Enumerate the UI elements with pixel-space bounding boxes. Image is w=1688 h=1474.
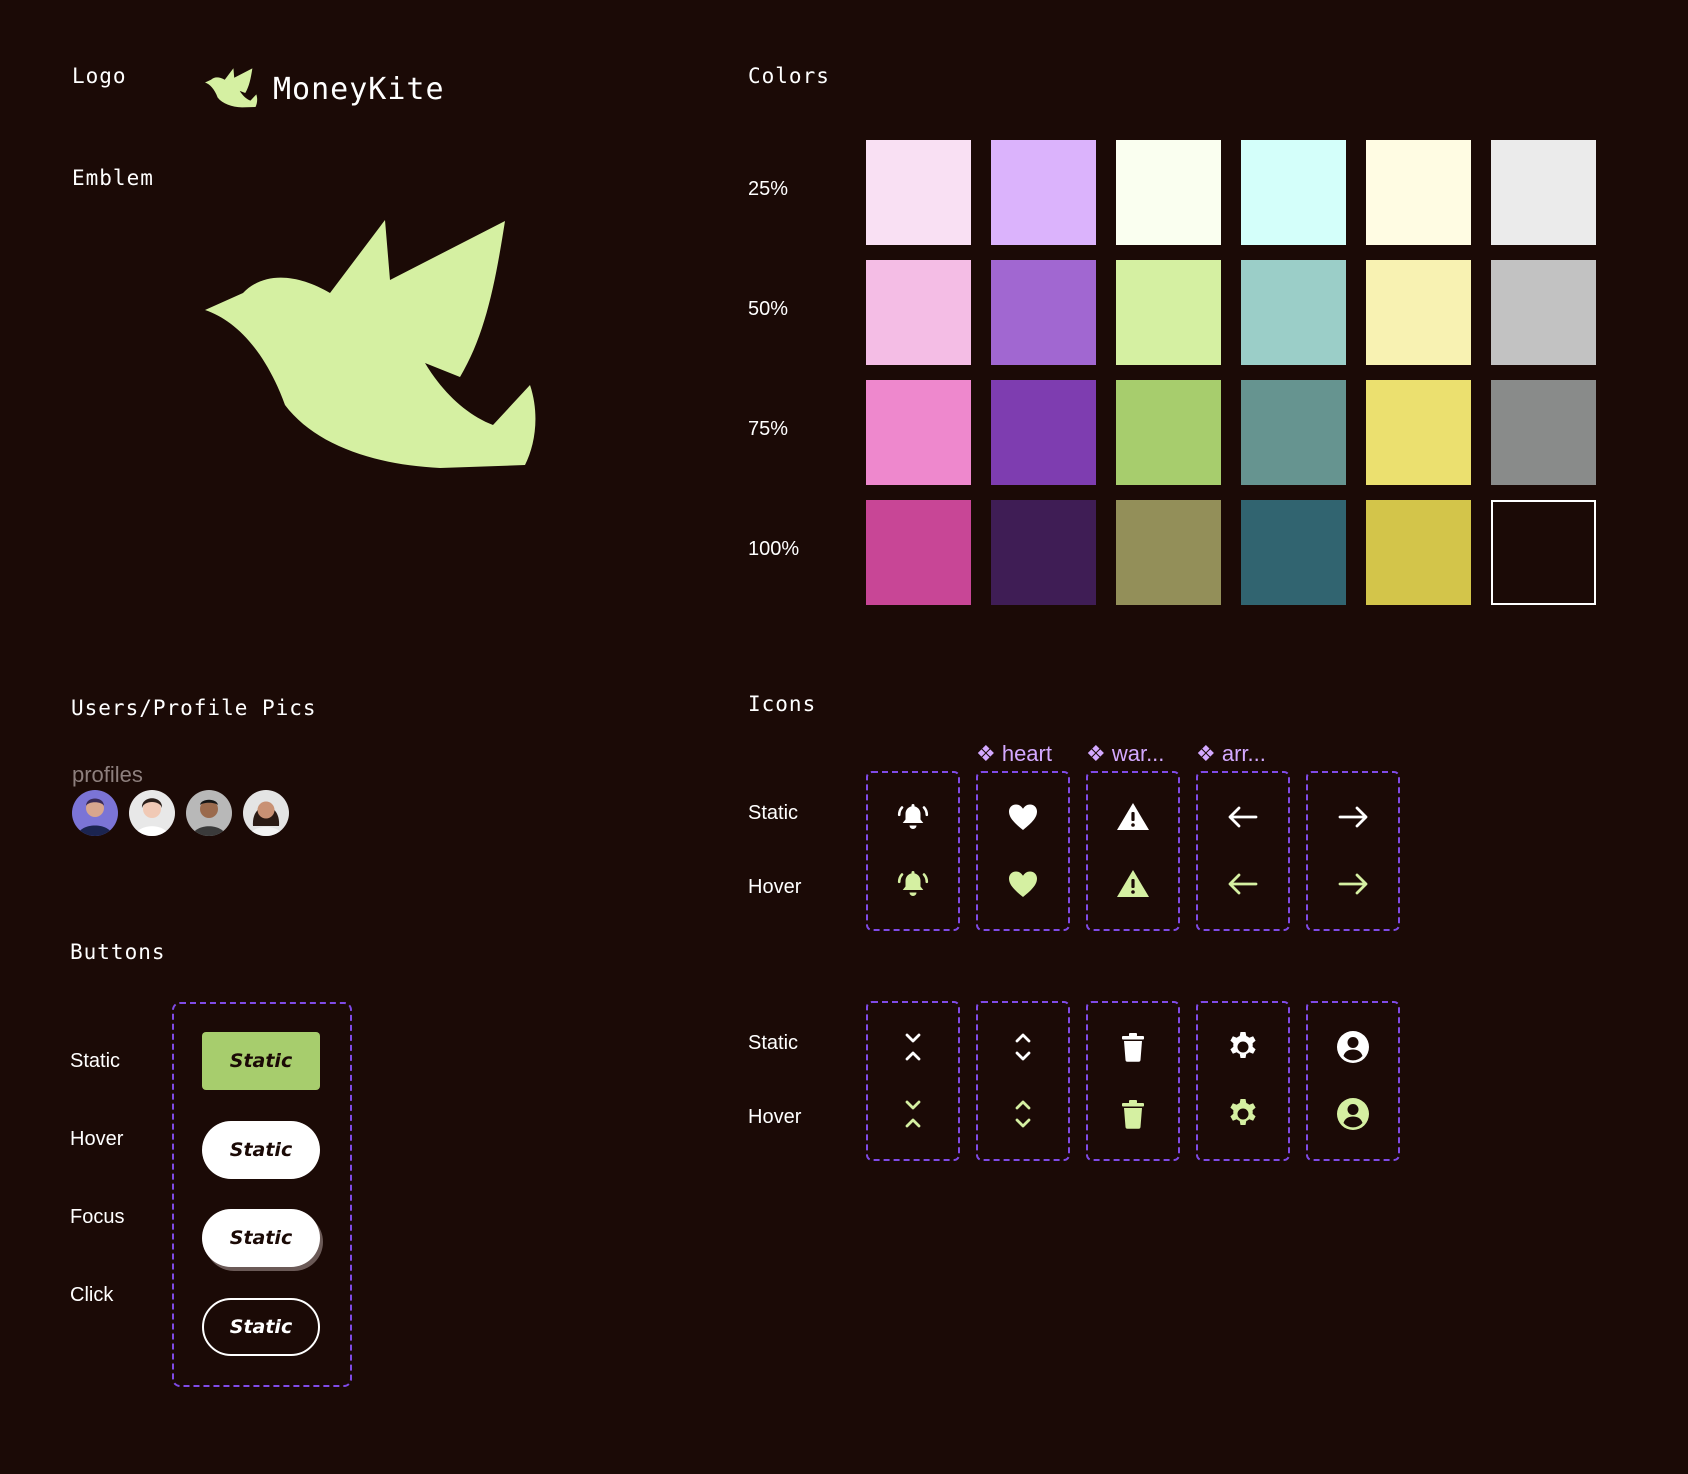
heart-icon[interactable] <box>1005 866 1041 902</box>
colors-row-label-100: 100% <box>748 538 800 560</box>
color-swatch[interactable] <box>866 140 971 245</box>
colors-row-label-50: 50% <box>748 298 789 320</box>
colors-row-label-25: 25% <box>748 178 789 200</box>
logo-bird-icon <box>205 66 265 110</box>
emblem-bird-icon <box>205 215 585 475</box>
heart-icon[interactable] <box>1005 799 1041 835</box>
color-swatch[interactable] <box>1241 260 1346 365</box>
buttons-section-label: Buttons <box>70 940 166 964</box>
profiles-group-label: profiles <box>72 762 143 787</box>
colors-row-label-75: 75% <box>748 418 789 440</box>
user-circle-icon[interactable] <box>1335 1096 1371 1132</box>
icon-component-frame <box>1196 771 1290 931</box>
button-state-label-focus: Focus <box>70 1206 125 1228</box>
icons-row1-static-label: Static <box>748 802 799 824</box>
color-swatch[interactable] <box>866 260 971 365</box>
emblem-label: Emblem <box>72 166 154 190</box>
gear-icon[interactable] <box>1225 1029 1261 1065</box>
color-swatch[interactable] <box>1366 380 1471 485</box>
color-swatch[interactable] <box>866 500 971 605</box>
profiles-section-label: Users/Profile Pics <box>71 696 317 720</box>
button-static[interactable]: Static <box>202 1032 320 1090</box>
component-label-arrow: ❖ arr... <box>1196 741 1266 766</box>
warning-icon[interactable] <box>1115 799 1151 835</box>
logo-label: Logo <box>72 64 127 88</box>
button-hover[interactable]: Static <box>202 1121 320 1179</box>
button-state-label-click: Click <box>70 1284 114 1306</box>
trash-icon[interactable] <box>1115 1096 1151 1132</box>
icon-component-frame <box>1086 771 1180 931</box>
icon-component-frame <box>866 1001 960 1161</box>
color-swatch[interactable] <box>1366 140 1471 245</box>
color-swatch[interactable] <box>1491 380 1596 485</box>
button-focus[interactable]: Static <box>202 1209 320 1267</box>
brand-name: MoneyKite <box>273 72 445 107</box>
color-swatch[interactable] <box>1116 140 1221 245</box>
warning-icon[interactable] <box>1115 866 1151 902</box>
chevrons-expand-icon[interactable] <box>1005 1096 1041 1132</box>
color-swatch[interactable] <box>1491 140 1596 245</box>
icons-section-label: Icons <box>748 692 817 716</box>
color-swatch[interactable] <box>1366 500 1471 605</box>
arrow-left-icon[interactable] <box>1225 866 1261 902</box>
button-state-label-static: Static <box>70 1050 121 1072</box>
color-swatch[interactable] <box>1491 500 1596 605</box>
avatar[interactable] <box>186 790 232 836</box>
icon-component-frame <box>1306 1001 1400 1161</box>
user-circle-icon[interactable] <box>1335 1029 1371 1065</box>
color-swatch[interactable] <box>991 380 1096 485</box>
icon-component-frame <box>976 1001 1070 1161</box>
avatar[interactable] <box>129 790 175 836</box>
icons-row2-hover-label: Hover <box>748 1106 802 1128</box>
bell-icon[interactable] <box>895 799 931 835</box>
icon-component-frame <box>976 771 1070 931</box>
gear-icon[interactable] <box>1225 1096 1261 1132</box>
color-swatch[interactable] <box>1116 260 1221 365</box>
color-swatch[interactable] <box>991 260 1096 365</box>
color-swatch[interactable] <box>991 500 1096 605</box>
bell-icon[interactable] <box>895 866 931 902</box>
arrow-right-icon[interactable] <box>1335 866 1371 902</box>
color-swatch[interactable] <box>1116 380 1221 485</box>
component-label-heart: ❖ heart <box>976 741 1052 766</box>
colors-label: Colors <box>748 64 830 88</box>
color-swatch[interactable] <box>866 380 971 485</box>
color-swatch[interactable] <box>1241 380 1346 485</box>
icons-row1-hover-label: Hover <box>748 876 802 898</box>
icon-component-frame <box>1086 1001 1180 1161</box>
color-swatch[interactable] <box>1116 500 1221 605</box>
button-state-label-hover: Hover <box>70 1128 124 1150</box>
color-swatch[interactable] <box>1366 260 1471 365</box>
icon-component-frame <box>866 771 960 931</box>
avatar[interactable] <box>72 790 118 836</box>
button-click[interactable]: Static <box>202 1298 320 1356</box>
chevrons-collapse-icon[interactable] <box>895 1029 931 1065</box>
component-label-warning: ❖ war... <box>1086 741 1165 766</box>
chevrons-expand-icon[interactable] <box>1005 1029 1041 1065</box>
chevrons-collapse-icon[interactable] <box>895 1096 931 1132</box>
color-swatch[interactable] <box>1241 500 1346 605</box>
avatar[interactable] <box>243 790 289 836</box>
arrow-right-icon[interactable] <box>1335 799 1371 835</box>
color-swatch[interactable] <box>1241 140 1346 245</box>
color-swatch[interactable] <box>1491 260 1596 365</box>
icons-row2-static-label: Static <box>748 1032 799 1054</box>
icon-component-frame <box>1196 1001 1290 1161</box>
arrow-left-icon[interactable] <box>1225 799 1261 835</box>
color-swatch[interactable] <box>991 140 1096 245</box>
trash-icon[interactable] <box>1115 1029 1151 1065</box>
icon-component-frame <box>1306 771 1400 931</box>
